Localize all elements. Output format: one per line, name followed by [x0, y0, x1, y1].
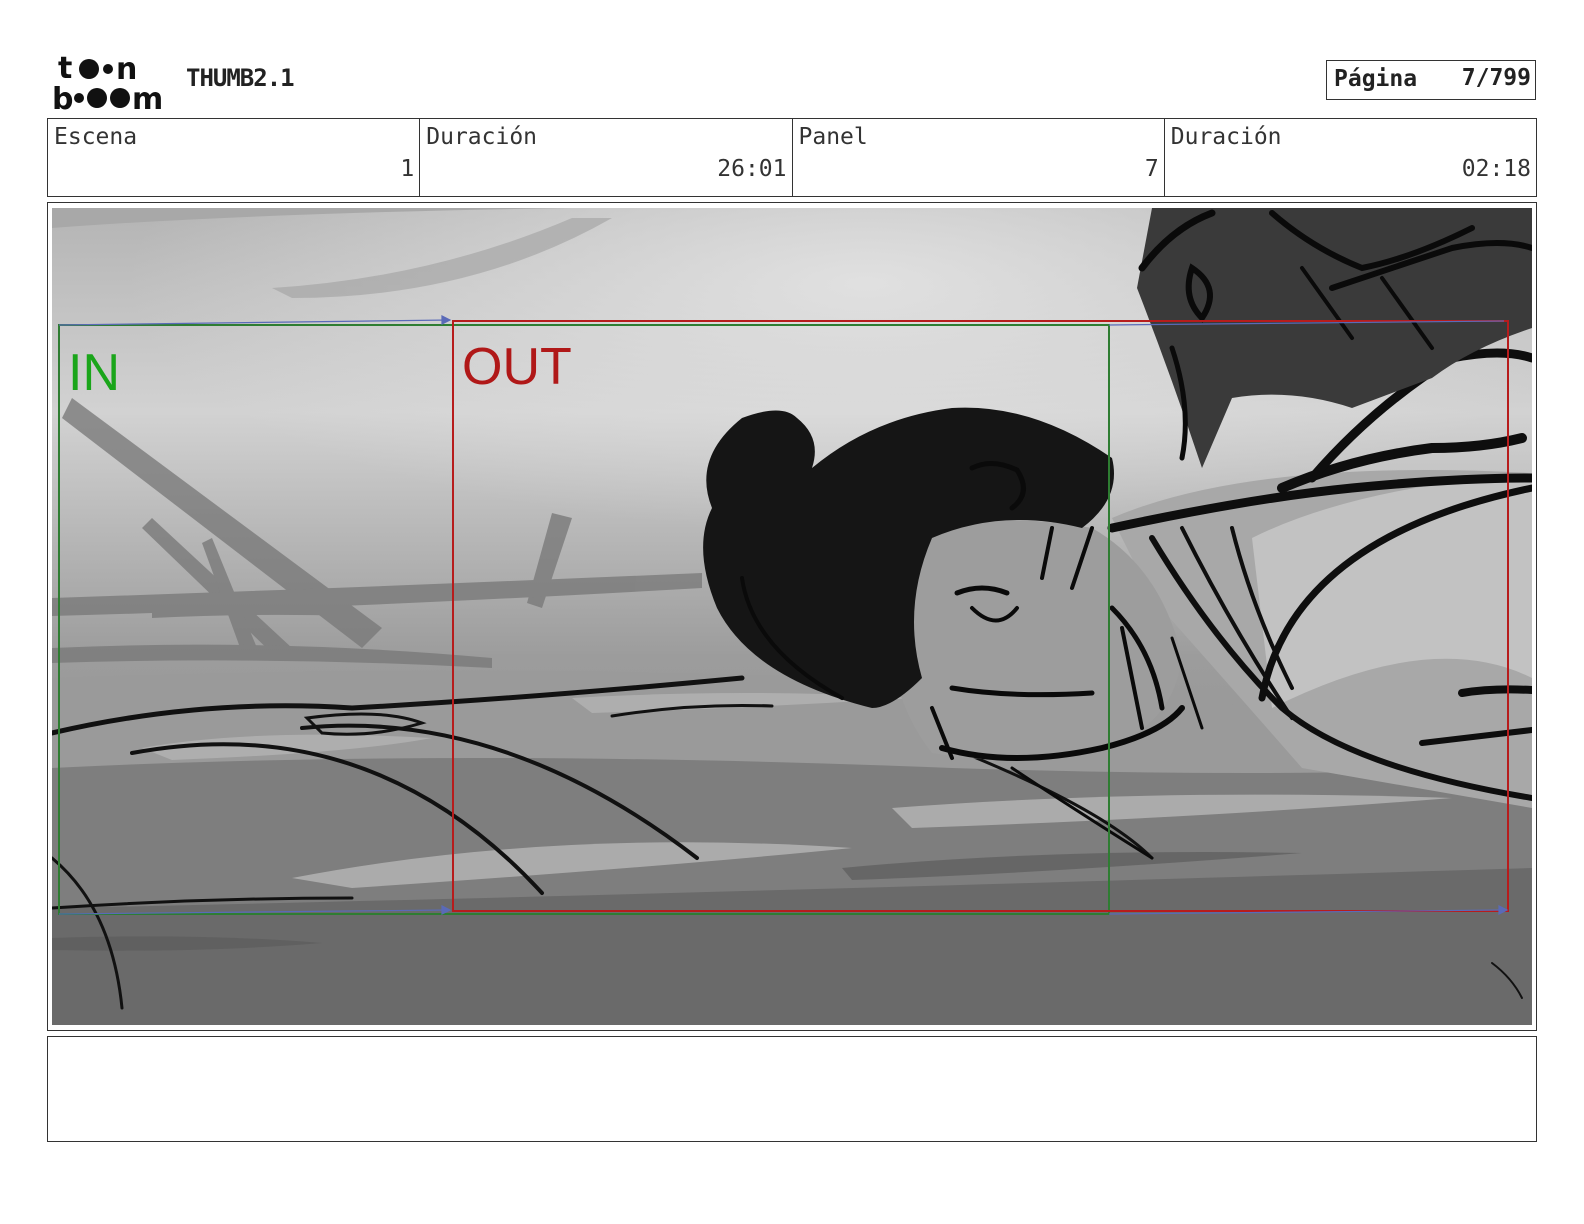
svg-text:t: t [58, 52, 72, 86]
svg-text:b: b [52, 82, 73, 112]
page-label: Página [1334, 66, 1418, 92]
panel-duration-value: 02:18 [1461, 156, 1531, 182]
panel-notes-box [47, 1036, 1537, 1142]
page-value: 7/799 [1461, 65, 1531, 91]
storyboard-drawing: IN OUT [52, 208, 1532, 1025]
page-indicator: Página 7/799 [1326, 60, 1536, 100]
panel-label: Panel [798, 124, 868, 150]
scene-duration-label: Duración [426, 124, 538, 150]
scene-label: Escena [54, 124, 138, 150]
scene-value: 1 [400, 156, 415, 182]
panel-duration-label: Duración [1170, 124, 1282, 150]
in-frame-label: IN [68, 344, 120, 402]
panel-value: 7 [1144, 156, 1159, 182]
scene-cell: Escena 1 [48, 119, 421, 196]
panel-duration-cell: Duración 02:18 [1165, 119, 1536, 196]
storyboard-panel-frame: IN OUT [47, 202, 1537, 1031]
panel-cell: Panel 7 [793, 119, 1165, 196]
toon-boom-logo: t n b m [52, 52, 163, 112]
document-title: THUMB2.1 [186, 64, 295, 92]
scene-duration-value: 26:01 [717, 156, 787, 182]
svg-text:m: m [132, 82, 163, 112]
scene-info-table: Escena 1 Duración 26:01 Panel 7 Duración… [47, 118, 1537, 197]
out-frame-label: OUT [462, 338, 572, 396]
scene-duration-cell: Duración 26:01 [420, 119, 793, 196]
